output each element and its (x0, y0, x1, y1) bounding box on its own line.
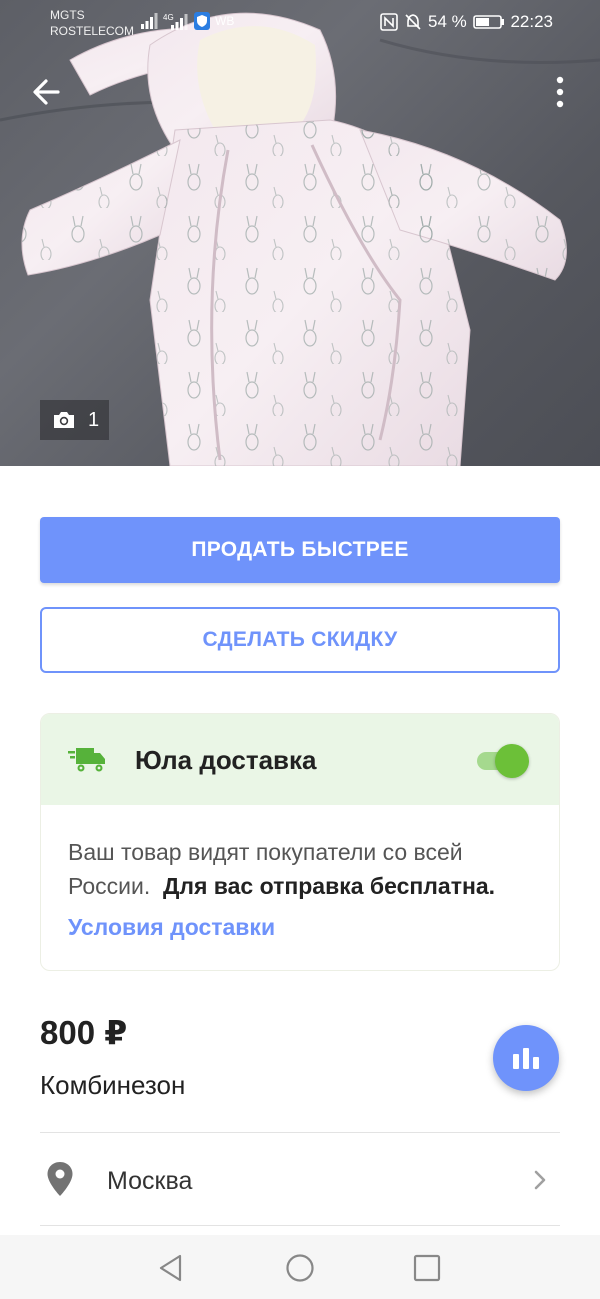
photo-counter: 1 (40, 400, 110, 440)
notifications-off-icon (405, 14, 421, 30)
nav-back-icon[interactable] (157, 1253, 185, 1283)
svg-text:4G: 4G (163, 13, 174, 22)
delivery-card: Юла доставка Ваш товар видят покупатели … (40, 713, 560, 971)
product-photo-image (0, 12, 600, 466)
carrier-line-2: ROSTELECOM (50, 24, 135, 38)
delivery-description: Ваш товар видят покупатели со всей Росси… (68, 835, 538, 903)
delivery-terms-link[interactable]: Условия доставки (68, 914, 275, 941)
nfc-icon (380, 13, 398, 31)
status-bar: MGTS ROSTELECOM 4G WB 54 % 22:23 (0, 0, 600, 50)
toggle-knob (495, 744, 529, 778)
carrier-line-1: MGTS (50, 8, 85, 22)
system-nav-bar (0, 1235, 600, 1299)
listing-price: 800 ₽ (40, 1014, 128, 1051)
battery-percent: 54 % (428, 12, 467, 31)
nav-home-icon[interactable] (285, 1253, 315, 1283)
delivery-title: Юла доставка (135, 745, 317, 775)
signal-4g-icon: 4G (163, 13, 188, 30)
location-row[interactable]: Москва (40, 1133, 560, 1225)
clock: 22:23 (510, 12, 553, 31)
delivery-truck-icon (68, 748, 105, 772)
listing-title: Комбинезон (40, 1070, 186, 1100)
status-icons-right: 54 % (380, 12, 505, 32)
bar-chart-icon (513, 1048, 539, 1069)
vpn-shield-icon (194, 12, 210, 30)
signal-icon (141, 13, 158, 29)
photo-count: 1 (88, 408, 100, 431)
more-vert-icon (556, 76, 564, 108)
location-city: Москва (107, 1167, 193, 1195)
more-menu-button[interactable] (548, 74, 572, 110)
camera-icon (54, 412, 74, 428)
back-arrow-icon (33, 79, 60, 105)
vpn-label: WB (215, 14, 235, 28)
listing-photo[interactable]: MGTS ROSTELECOM 4G WB 54 % 22:23 1 (0, 0, 600, 466)
nav-recents-icon[interactable] (413, 1254, 441, 1282)
chevron-right-icon (534, 1170, 546, 1190)
delivery-header: Юла доставка (41, 714, 559, 805)
delivery-text-bold: Для вас отправка бесплатна. (163, 873, 496, 899)
back-button[interactable] (28, 72, 68, 112)
delivery-toggle[interactable] (475, 744, 529, 778)
carrier-name: MGTS ROSTELECOM (50, 7, 134, 39)
sell-faster-button[interactable]: ПРОДАТЬ БЫСТРЕЕ (40, 517, 560, 583)
status-icons-left: 4G WB (140, 12, 234, 30)
battery-icon (472, 15, 504, 29)
make-discount-button[interactable]: СДЕЛАТЬ СКИДКУ (40, 607, 560, 673)
divider (40, 1225, 560, 1226)
stats-button[interactable] (493, 1025, 559, 1091)
location-pin-icon (47, 1162, 73, 1196)
